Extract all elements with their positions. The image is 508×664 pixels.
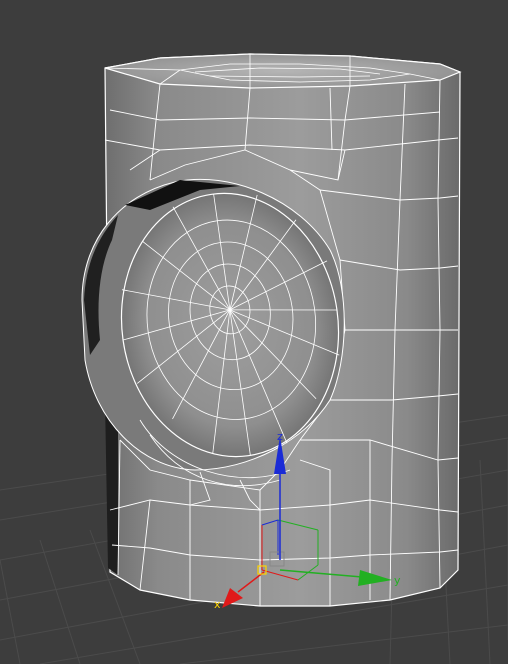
3d-viewport[interactable]: z y x (0, 0, 508, 664)
viewport-canvas[interactable]: z y x (0, 0, 508, 664)
cylinder-mesh[interactable] (81, 53, 462, 607)
y-axis-label: y (394, 574, 401, 587)
z-axis-label: z (277, 430, 283, 443)
x-axis-label: x (214, 598, 221, 611)
